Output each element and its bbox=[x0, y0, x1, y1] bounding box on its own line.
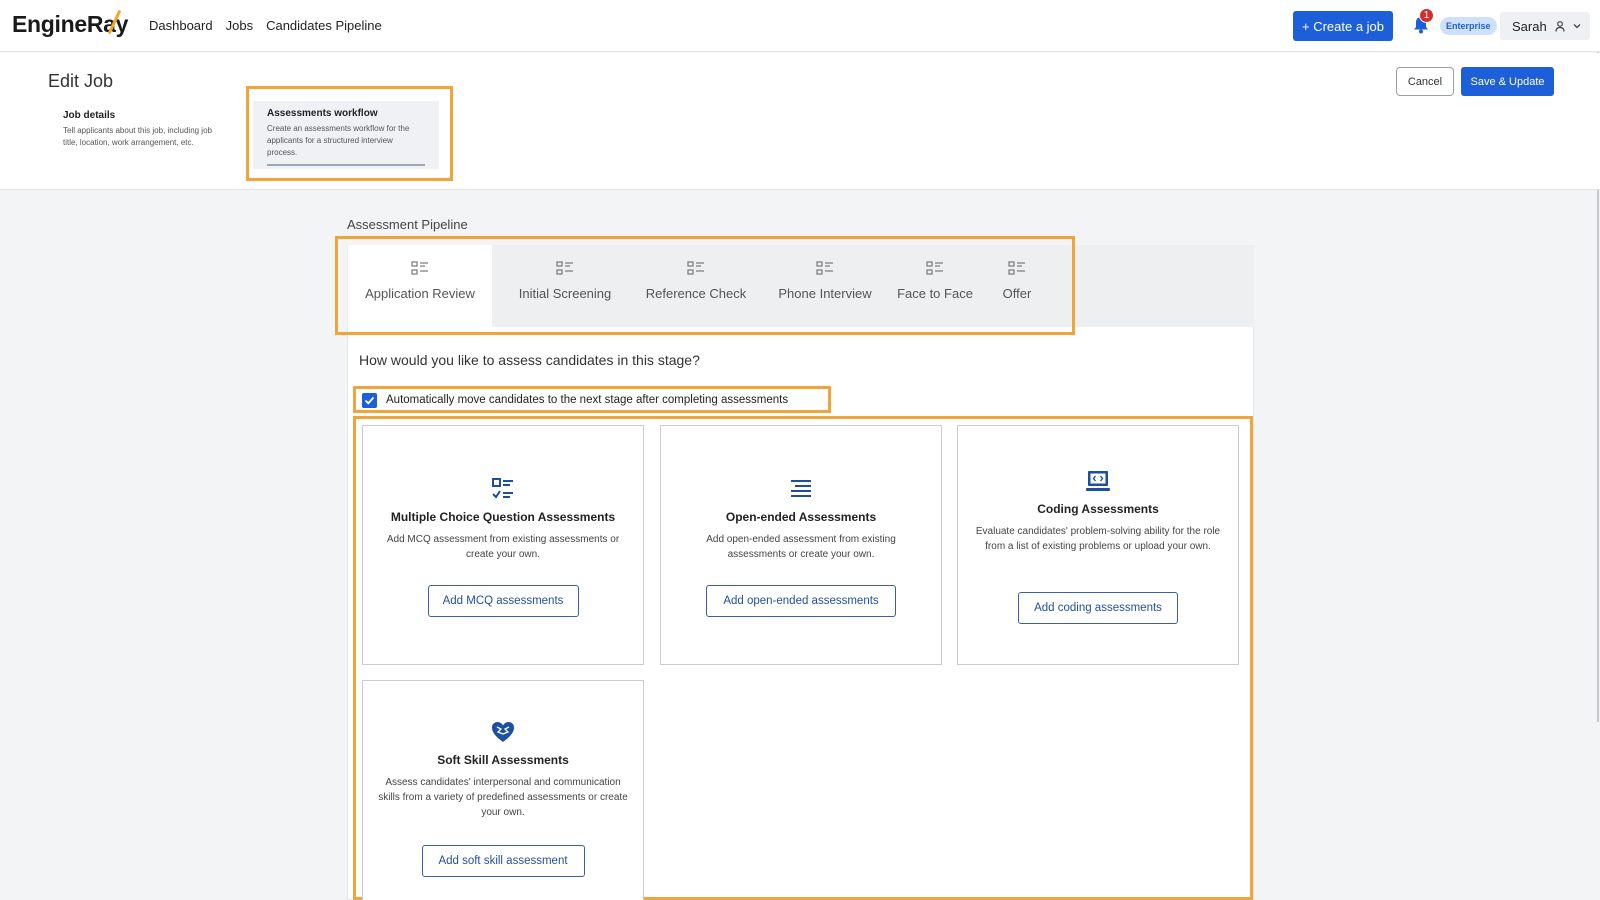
auto-move-checkbox[interactable] bbox=[362, 393, 377, 408]
open-ended-assessment-card: Open-ended Assessments Add open-ended as… bbox=[660, 425, 942, 665]
text-lines-icon bbox=[791, 480, 811, 497]
stage-question: How would you like to assess candidates … bbox=[359, 352, 700, 368]
plan-badge: Enterprise bbox=[1440, 17, 1497, 35]
notification-badge: 1 bbox=[1419, 8, 1434, 23]
main-nav: Dashboard Jobs Candidates Pipeline bbox=[149, 18, 382, 33]
heart-brain-icon bbox=[492, 722, 514, 742]
user-name: Sarah bbox=[1512, 18, 1547, 34]
card-title: Multiple Choice Question Assessments bbox=[390, 510, 616, 524]
add-open-ended-button[interactable]: Add open-ended assessments bbox=[706, 585, 896, 617]
top-navbar: EngineRay Dashboard Jobs Candidates Pipe… bbox=[0, 0, 1600, 52]
step-description: Tell applicants about this job, includin… bbox=[63, 126, 212, 147]
page-title: Edit Job bbox=[48, 71, 114, 91]
pipeline-label: Assessment Pipeline bbox=[347, 217, 468, 232]
soft-skill-assessment-card: Soft Skill Assessments Assess candidates… bbox=[362, 680, 644, 900]
add-coding-button[interactable]: Add coding assessments bbox=[1018, 592, 1178, 624]
step-title: Assessments workflow bbox=[267, 108, 378, 119]
card-description: Assess candidates' interpersonal and com… bbox=[378, 777, 628, 818]
highlight-box bbox=[335, 236, 1075, 335]
card-description: Evaluate candidates' problem-solving abi… bbox=[975, 526, 1221, 552]
user-menu[interactable]: Sarah bbox=[1500, 12, 1590, 40]
nav-candidates-pipeline[interactable]: Candidates Pipeline bbox=[266, 18, 382, 33]
add-soft-skill-button[interactable]: Add soft skill assessment bbox=[421, 845, 585, 877]
step-job-details[interactable]: Job details Tell applicants about this j… bbox=[63, 110, 223, 149]
checklist-icon bbox=[492, 478, 513, 499]
step-assessments-workflow[interactable]: Assessments workflow Create an assessmen… bbox=[253, 101, 439, 169]
mcq-assessment-card: Multiple Choice Question Assessments Add… bbox=[362, 425, 644, 665]
card-description: Add open-ended assessment from existing … bbox=[706, 534, 896, 560]
step-description: Create an assessments workflow for the a… bbox=[267, 124, 410, 157]
auto-move-label[interactable]: Automatically move candidates to the nex… bbox=[386, 394, 788, 406]
chevron-down-icon bbox=[1573, 24, 1581, 29]
save-update-button[interactable]: Save & Update bbox=[1461, 67, 1554, 96]
active-step-indicator bbox=[267, 164, 425, 166]
user-icon bbox=[1555, 20, 1565, 32]
card-title: Open-ended Assessments bbox=[725, 510, 877, 524]
step-title: Job details bbox=[63, 110, 116, 121]
add-mcq-button[interactable]: Add MCQ assessments bbox=[427, 585, 579, 617]
nav-dashboard[interactable]: Dashboard bbox=[149, 18, 213, 33]
create-job-button[interactable]: + Create a job bbox=[1293, 11, 1393, 41]
card-description: Add MCQ assessment from existing assessm… bbox=[386, 534, 620, 560]
cancel-button[interactable]: Cancel bbox=[1396, 67, 1454, 96]
card-title: Coding Assessments bbox=[1037, 502, 1159, 516]
laptop-code-icon bbox=[1086, 471, 1110, 491]
edit-job-header: Edit Job Job details Tell applicants abo… bbox=[0, 53, 1600, 190]
nav-jobs[interactable]: Jobs bbox=[226, 18, 253, 33]
coding-assessment-card: Coding Assessments Evaluate candidates' … bbox=[957, 425, 1239, 665]
card-title: Soft Skill Assessments bbox=[437, 753, 569, 767]
